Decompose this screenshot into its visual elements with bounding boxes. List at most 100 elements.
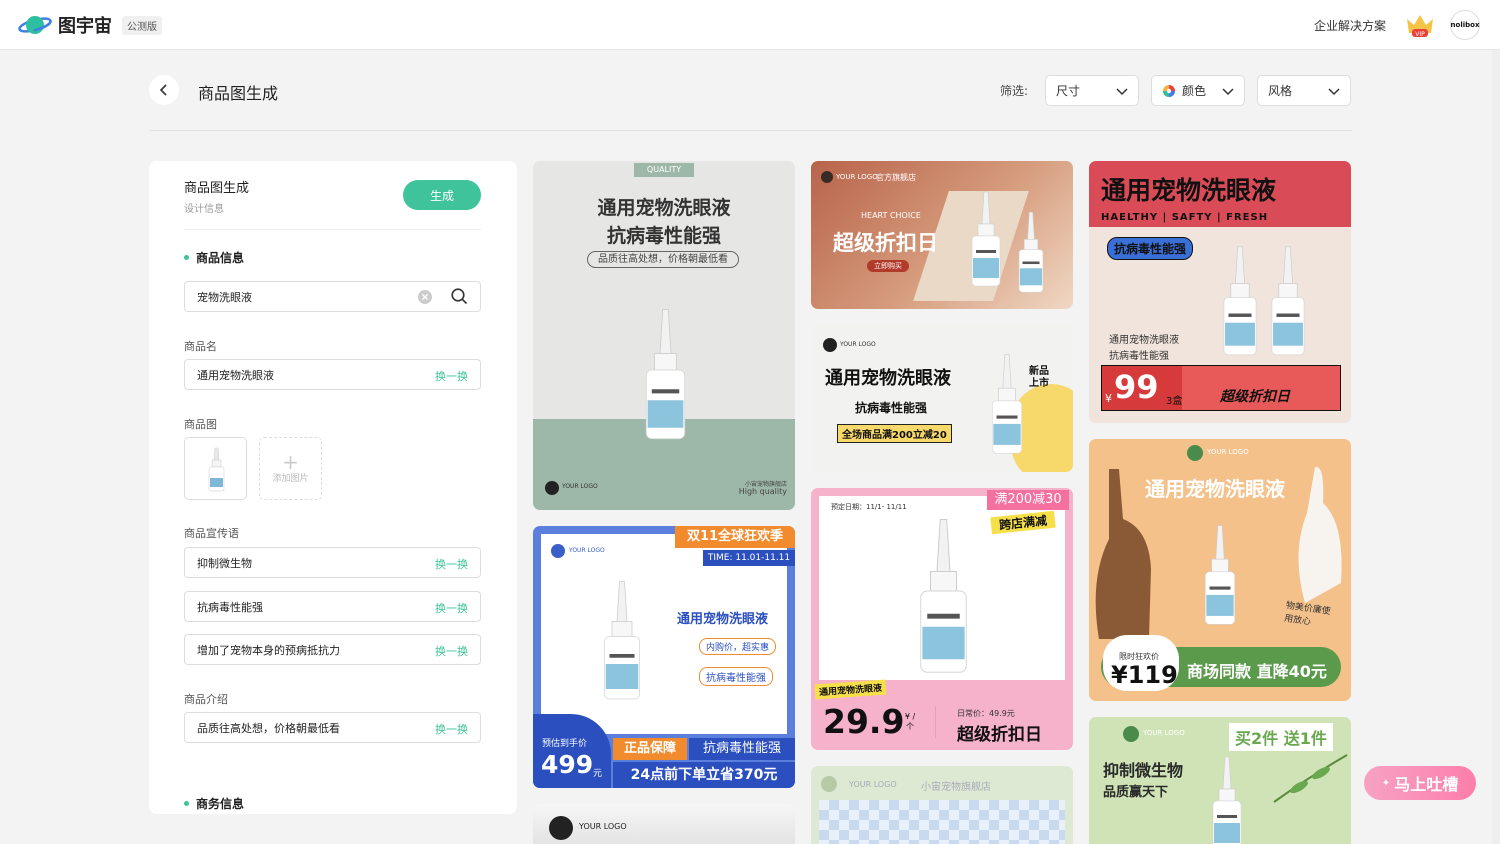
intro-label: 商品介绍 [184,693,228,706]
color-filter[interactable]: 颜色 [1151,75,1245,106]
plus-icon: + [282,450,299,474]
back-button[interactable] [149,75,179,105]
template-card-9[interactable]: YOUR LOGO 小宙宠物旗舰店 [811,766,1073,844]
clear-icon[interactable] [418,290,432,304]
slogan-field-3[interactable]: 增加了宠物本身的预病抵抗力 换一换 [184,634,481,665]
price: 29.9 [823,702,905,741]
logo-circle-icon [549,816,573,840]
bottle-image [991,354,1023,454]
logo-text: YOUR LOGO [849,780,897,789]
discount-tag: 满200减30 [987,490,1069,510]
white-rabbit-illustration [1298,466,1342,603]
template-card-8[interactable]: YOUR LOGO [533,804,795,844]
swap-button[interactable]: 换一换 [435,368,468,384]
template-card-2[interactable]: YOUR LOGO 官方旗舰店 HEART CHOICE 超级折扣日 立即购买 [811,161,1073,309]
enterprise-link[interactable]: 企业解决方案 [1314,17,1386,34]
template-card-10[interactable]: YOUR LOGO 买2件 送1件 抑制微生物 品质赢天下 [1089,717,1351,844]
price: 499 [541,750,594,779]
bottle-image [1271,246,1305,356]
currency: ¥ [1105,392,1112,405]
bottle-thumbnail-icon [208,447,225,492]
scrollbar[interactable] [1492,50,1500,844]
vip-crown-icon[interactable]: VIP [1404,11,1436,39]
planet-icon [18,16,52,34]
logo-circle-icon [545,481,559,495]
guarantee-tag: 正品保障 [613,738,687,760]
product-image-thumb[interactable] [184,437,247,500]
template-card-3[interactable]: YOUR LOGO 通用宠物洗眼液 抗病毒性能强 全场商品满200立减20 新品… [811,324,1073,472]
unit: 3盒 [1166,396,1183,407]
product-info-label: 商品信息 [196,251,245,265]
leaf-icon [1273,754,1348,803]
user-avatar[interactable]: nolibox [1450,10,1480,40]
bottle-image [1204,525,1236,625]
price: ¥119 [1111,661,1178,689]
panel-subtitle: 设计信息 [184,204,224,215]
swap-button[interactable]: 换一换 [435,643,468,659]
logo-text: YOUR LOGO [1143,729,1185,737]
card-title: 通用宠物洗眼液 [1145,477,1285,501]
tagline: HAELTHY | SAFTY | FRESH [1101,212,1269,223]
template-card-7[interactable]: YOUR LOGO 通用宠物洗眼液 物美价廉使用放心 限时狂欢价 ¥119 商场… [1089,439,1351,701]
search-value: 宠物洗眼液 [197,290,252,304]
template-card-6[interactable]: 预定日期：11/1- 11/11 满200减30 跨店满减 通用宠物洗眼液 29… [811,488,1073,750]
search-icon[interactable] [451,288,468,305]
template-card-5[interactable]: YOUR LOGO 双11全球狂欢季 TIME: 11.01-11.11 通用宠… [533,526,795,788]
product-name-field[interactable]: 通用宠物洗眼液 换一换 [184,359,481,390]
swap-button[interactable]: 换一换 [435,721,468,737]
divider [935,706,936,738]
desc-line-1: 通用宠物洗眼液 [1109,335,1179,346]
card-title: 通用宠物洗眼液 [825,368,951,389]
card-subtitle: 品质赢天下 [1103,785,1169,800]
app-logo[interactable]: 图宇宙 公测版 [18,12,162,38]
estimate-label: 预估到手价 [542,739,588,749]
new-arrival-badge: 新品上市 [1029,366,1049,389]
price-unit: ¥ /个 [904,712,916,731]
add-image-button[interactable]: + 添加图片 [259,437,322,500]
slogan-label: 商品宣传语 [184,527,239,540]
logo-text: YOUR LOGO [840,341,876,348]
card-title: 抑制微生物 [1103,761,1184,780]
logo-text: YOUR LOGO [562,483,598,490]
logo-text: YOUR LOGO [836,173,878,181]
product-search-input[interactable]: 宠物洗眼液 [184,281,481,312]
swap-button[interactable]: 换一换 [435,600,468,616]
style-filter[interactable]: 风格 [1257,75,1351,106]
logo-circle-icon [1187,445,1203,461]
sparkle-icon: ✦ [1381,777,1391,789]
intro-field[interactable]: 品质往高处想，价格朝最低看 换一换 [184,712,481,743]
product-info-heading: 商品信息 [184,249,244,266]
feedback-button[interactable]: ✦ 马上吐槽 [1364,766,1476,800]
card-title: 通用宠物洗眼液 [597,197,731,219]
card-title: 超级折扣日 [957,725,1042,745]
feedback-label: 马上吐槽 [1394,775,1459,794]
card-slogan: 品质往高处想，价格朝最低看 [587,251,739,268]
price-band: ¥ 99 3盒 超级折扣日 [1101,365,1341,411]
promo-pill-1: 内购价，超实惠 [699,638,777,655]
bottle-image [1018,211,1044,293]
template-card-4[interactable]: 通用宠物洗眼液 HAELTHY | SAFTY | FRESH 抗病毒性能强 通… [1089,161,1351,423]
logo-circle-icon [821,776,837,792]
brand-text: HEART CHOICE [861,211,921,220]
generate-button[interactable]: 生成 [403,180,481,210]
slogan-field-2[interactable]: 抗病毒性能强 换一换 [184,591,481,622]
size-filter[interactable]: 尺寸 [1045,75,1139,106]
event-banner: 双11全球狂欢季 [675,526,795,548]
card-title: 超级折扣日 [833,231,938,255]
banner-text: 超级折扣日 [1220,389,1290,405]
slogan-field-1[interactable]: 抑制微生物 换一换 [184,547,481,578]
original-price: 日常价：49.9元 [957,709,1015,718]
app-name: 图宇宙 [58,16,112,37]
product-label: 通用宠物洗眼液 [814,679,887,700]
product-image-label: 商品图 [184,418,217,431]
panel-divider [184,229,481,230]
chevron-down-icon [1222,88,1234,96]
size-filter-label: 尺寸 [1056,84,1081,98]
logo-circle-icon [823,338,837,352]
swap-button[interactable]: 换一换 [435,556,468,572]
bullet-dot [184,255,189,260]
checker-placeholder [819,800,1065,844]
product-name-label: 商品名 [184,340,217,353]
slogan-value: 抑制微生物 [197,556,252,570]
template-card-1[interactable]: QUALITY 通用宠物洗眼液 抗病毒性能强 品质往高处想，价格朝最低看 YOU… [533,161,795,510]
